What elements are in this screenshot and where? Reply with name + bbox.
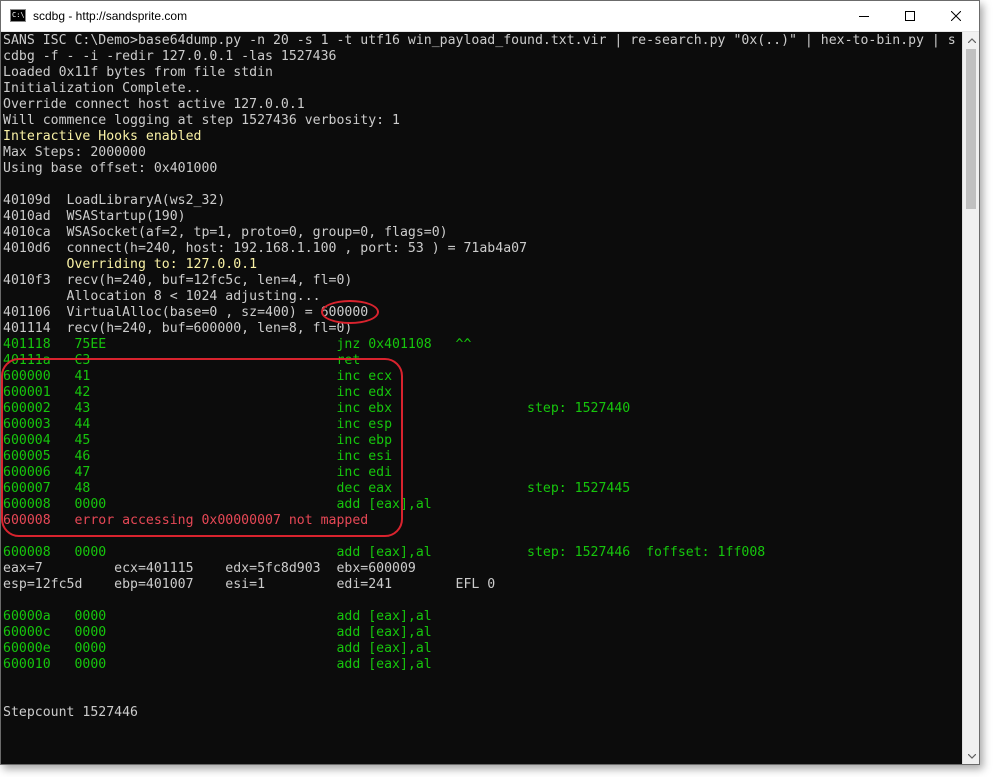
console-line: Using base offset: 0x401000: [3, 161, 218, 176]
console-line: 600008 error accessing 0x00000007 not ma…: [3, 513, 369, 528]
console-line: 600010 0000 add [eax],al: [3, 657, 432, 672]
console-line: Override connect host active 127.0.0.1: [3, 97, 305, 112]
console-line: 40111a C3 ret: [3, 353, 361, 368]
console-line: 40109d LoadLibraryA(ws2_32): [3, 193, 226, 208]
scroll-up-button[interactable]: [963, 32, 979, 49]
console-line: Loaded 0x11f bytes from file stdin: [3, 65, 273, 80]
scroll-down-button[interactable]: [963, 748, 979, 764]
console-line: 4010f3 recv(h=240, buf=12fc5c, len=4, fl…: [3, 273, 353, 288]
console-line: 600008 0000 add [eax],al step: 1527446 f…: [3, 545, 766, 560]
vertical-scrollbar[interactable]: [962, 32, 979, 764]
console-line: Overriding to: 127.0.0.1: [3, 257, 258, 272]
console-line: 600000 41 inc ecx: [3, 369, 393, 384]
console-line: 600001 42 inc edx: [3, 385, 393, 400]
close-icon: [951, 11, 961, 21]
console-line: 401106 VirtualAlloc(base=0 , sz=400) = 6…: [3, 305, 369, 320]
console-app-icon: C:\: [10, 9, 26, 22]
console-line: Will commence logging at step 1527436 ve…: [3, 113, 400, 128]
console-line: Max Steps: 2000000: [3, 145, 146, 160]
close-button[interactable]: [933, 1, 979, 31]
console-line: 600008 0000 add [eax],al: [3, 497, 432, 512]
chevron-up-icon: [967, 38, 976, 43]
console-line: 4010ca WSASocket(af=2, tp=1, proto=0, gr…: [3, 225, 448, 240]
minimize-button[interactable]: [841, 1, 887, 31]
console-line: 600002 43 inc ebx step: 1527440: [3, 401, 631, 416]
console-line: 60000c 0000 add [eax],al: [3, 625, 432, 640]
console-line: 600006 47 inc edi: [3, 465, 393, 480]
console-line: Allocation 8 < 1024 adjusting...: [3, 289, 321, 304]
console-line: eax=7 ecx=401115 edx=5fc8d903 ebx=600009: [3, 561, 416, 576]
title-bar[interactable]: C:\ scdbg - http://sandsprite.com: [1, 1, 979, 32]
console-line: 4010ad WSAStartup(190): [3, 209, 186, 224]
console-line: 600007 48 dec eax step: 1527445: [3, 481, 631, 496]
console-line: SANS ISC C:\Demo>base64dump.py -n 20 -s …: [3, 33, 956, 48]
console-line: 401114 recv(h=240, buf=600000, len=8, fl…: [3, 321, 353, 336]
console-output[interactable]: SANS ISC C:\Demo>base64dump.py -n 20 -s …: [1, 32, 963, 764]
chevron-down-icon: [967, 754, 976, 759]
console-line: cdbg -f - -i -redir 127.0.0.1 -las 15274…: [3, 49, 337, 64]
console-line: esp=12fc5d ebp=401007 esi=1 edi=241 EFL …: [3, 577, 496, 592]
console-line: 60000a 0000 add [eax],al: [3, 609, 432, 624]
console-window: C:\ scdbg - http://sandsprite.com SANS I…: [0, 0, 980, 765]
window-title: scdbg - http://sandsprite.com: [33, 9, 188, 23]
console-line: 401118 75EE jnz 0x401108 ^^: [3, 337, 472, 352]
scrollbar-thumb[interactable]: [966, 49, 976, 209]
maximize-button[interactable]: [887, 1, 933, 31]
console-line: Initialization Complete..: [3, 81, 202, 96]
console-line: 600005 46 inc esi: [3, 449, 393, 464]
console-line: 60000e 0000 add [eax],al: [3, 641, 432, 656]
maximize-icon: [905, 11, 915, 21]
console-line: Stepcount 1527446: [3, 705, 138, 720]
console-line: Interactive Hooks enabled: [3, 129, 202, 144]
console-line: 600003 44 inc esp: [3, 417, 393, 432]
console-line: 4010d6 connect(h=240, host: 192.168.1.10…: [3, 241, 528, 256]
minimize-icon: [859, 16, 869, 17]
console-line: 600004 45 inc ebp: [3, 433, 393, 448]
